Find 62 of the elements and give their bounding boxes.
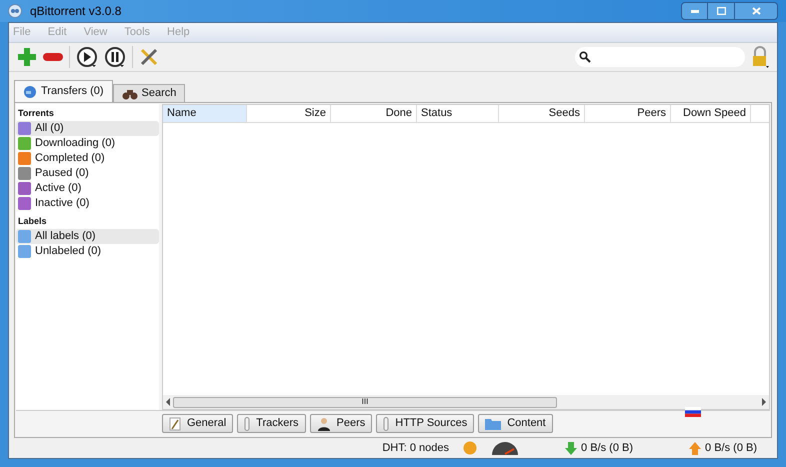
connection-icon xyxy=(463,441,477,455)
column-header[interactable]: Done xyxy=(331,105,417,122)
filter-item[interactable]: Unlabeled (0) xyxy=(16,244,159,259)
minimize-button[interactable] xyxy=(681,2,708,20)
person-icon xyxy=(316,416,331,430)
plus-icon[interactable] xyxy=(17,47,37,67)
filter-item[interactable]: All labels (0) xyxy=(16,229,159,244)
detail-tab[interactable]: Peers xyxy=(310,414,372,433)
filter-label: Paused (0) xyxy=(35,166,89,182)
column-header[interactable]: Seeds xyxy=(499,105,585,122)
column-header[interactable]: Down Speed xyxy=(671,105,751,122)
minimize-icon xyxy=(690,10,698,12)
detail-tab[interactable]: Content xyxy=(478,414,553,433)
binoculars-icon xyxy=(122,88,138,100)
filter-label: All labels (0) xyxy=(35,229,96,244)
folder-icon xyxy=(485,418,502,430)
filter-label: All (0) xyxy=(35,121,64,136)
close-button[interactable] xyxy=(734,2,778,20)
speedometer-icon xyxy=(491,441,519,455)
column-header[interactable]: Status xyxy=(417,105,499,122)
globe-icon xyxy=(23,84,37,98)
app-logo-icon xyxy=(8,4,22,18)
dht-status: DHT: 0 nodes xyxy=(382,440,449,456)
filter-item[interactable]: All (0) xyxy=(16,121,159,136)
filter-item[interactable]: Paused (0) xyxy=(16,166,159,181)
tools-icon[interactable] xyxy=(139,47,159,67)
download-speed: 0 B/s (0 B) xyxy=(581,440,633,456)
filter-label: Active (0) xyxy=(35,181,82,196)
detail-tab[interactable]: HTTP Sources xyxy=(376,414,474,433)
filter-item[interactable]: Completed (0) xyxy=(16,151,159,166)
section-heading: Torrents xyxy=(17,107,55,120)
scrollbar-thumb[interactable]: III xyxy=(173,396,557,408)
scroll-left-icon[interactable] xyxy=(165,398,171,406)
scroll-right-icon[interactable] xyxy=(761,398,767,406)
filter-label: Inactive (0) xyxy=(35,196,90,212)
download-arrow-icon xyxy=(565,442,578,454)
pause-icon[interactable] xyxy=(104,46,126,68)
filter-label: Completed (0) xyxy=(35,151,105,166)
close-icon xyxy=(752,7,760,15)
search-icon xyxy=(579,51,591,63)
column-header[interactable]: Name xyxy=(163,105,247,122)
filter-item[interactable]: Inactive (0) xyxy=(16,196,159,211)
tab[interactable]: Transfers (0) xyxy=(14,80,113,102)
upload-speed: 0 B/s (0 B) xyxy=(705,440,757,456)
minus-icon[interactable] xyxy=(43,53,63,61)
column-header[interactable]: Size xyxy=(247,105,331,122)
window-title: qBittorrent v3.0.8 xyxy=(30,3,122,20)
filter-item[interactable]: Downloading (0) xyxy=(16,136,159,151)
play-icon[interactable] xyxy=(76,46,98,68)
pencil-icon xyxy=(169,416,181,430)
column-header[interactable]: Peers xyxy=(585,105,671,122)
detail-tab[interactable]: General xyxy=(162,414,234,433)
filter-label: Downloading (0) xyxy=(35,136,116,152)
tab[interactable]: Search xyxy=(112,84,186,102)
maximize-button[interactable] xyxy=(708,2,734,20)
upload-arrow-icon xyxy=(689,442,702,454)
filter-item[interactable]: Active (0) xyxy=(16,181,159,196)
detail-tab[interactable]: Trackers xyxy=(237,414,306,433)
section-heading: Labels xyxy=(17,215,48,228)
filter-label: Unlabeled (0) xyxy=(35,244,102,260)
maximize-icon xyxy=(716,7,726,15)
search-field[interactable] xyxy=(575,47,745,67)
